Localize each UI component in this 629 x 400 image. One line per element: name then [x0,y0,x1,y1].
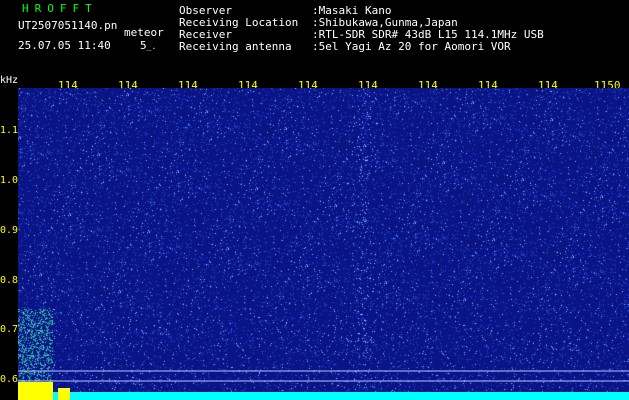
hrofft-window: HROFFT UT2507051140.pn meteor 25.07.05 1… [0,0,629,400]
y-axis-unit: kHz [0,75,19,86]
meteor-label: meteor [124,26,164,39]
y-tick-label: 0.9 [0,225,19,236]
y-tick-label: 0.6 [0,374,19,385]
spectrogram-overlay [18,370,629,400]
y-tick-label: 0.7 [0,324,19,335]
meteor-echo-tail [58,388,70,400]
y-tick-label: 1.1 [0,125,19,136]
meteor-count: 5_. [140,39,157,52]
baseline-band [18,392,629,400]
info-value-antenna: :5el Yagi Az 20 for Aomori VOR [312,40,511,53]
brand-title: HROFFT [22,2,98,15]
y-tick-label: 1.0 [0,175,19,186]
datetime-label: 25.07.05 11:40 [18,39,111,52]
spectrogram-plot [18,88,629,400]
info-label-antenna: Receiving antenna [179,40,292,53]
y-tick-label: 0.8 [0,275,19,286]
filename-label: UT2507051140.pn [18,19,118,32]
meteor-echo-head [18,382,53,400]
